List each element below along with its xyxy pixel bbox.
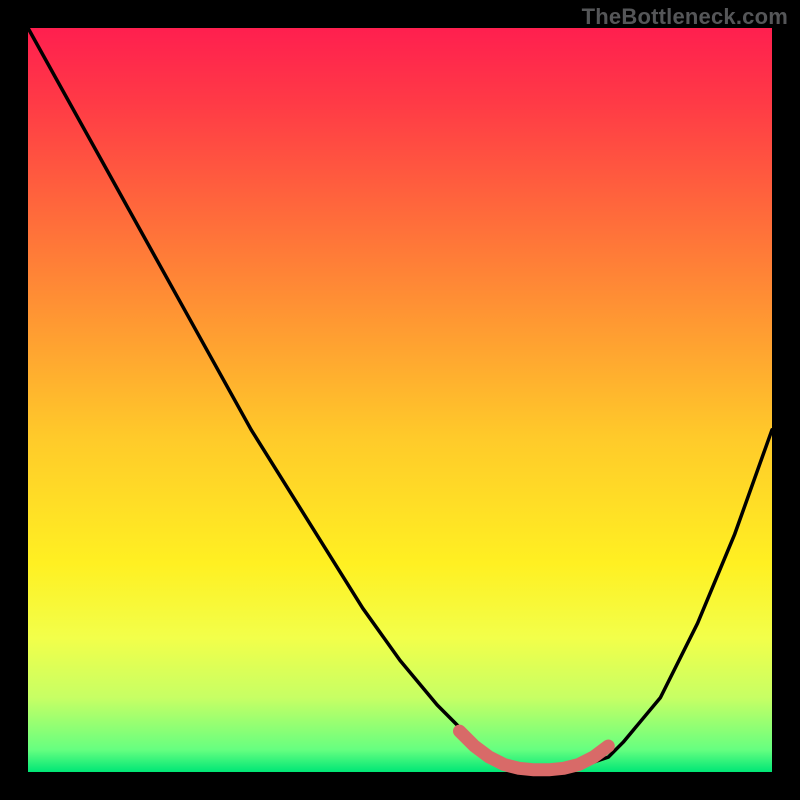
- plot-area: [28, 28, 772, 772]
- watermark-text: TheBottleneck.com: [582, 4, 788, 30]
- bottleneck-chart-svg: [28, 28, 772, 772]
- minimum-highlight-line: [460, 731, 609, 770]
- chart-frame: TheBottleneck.com: [0, 0, 800, 800]
- bottleneck-curve-line: [28, 28, 772, 772]
